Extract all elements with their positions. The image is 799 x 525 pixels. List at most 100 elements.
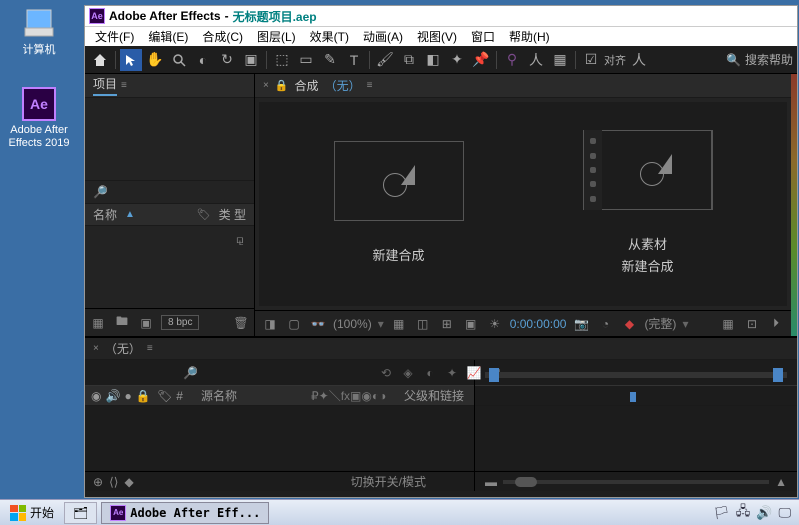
menu-view[interactable]: 视图(V): [411, 27, 463, 46]
brace-icon[interactable]: ⟨⟩: [109, 475, 118, 489]
new-composition-tile[interactable]: 新建合成: [334, 141, 464, 267]
show-snapshot-icon[interactable]: ◔: [596, 316, 614, 332]
label-icon[interactable]: 🏷: [157, 389, 172, 403]
3d-icon[interactable]: 👓: [309, 316, 327, 332]
shy-icon[interactable]: ⟲: [377, 364, 395, 382]
taskbar-after-effects[interactable]: Ae Adobe After Eff...: [101, 502, 269, 524]
project-list[interactable]: ⚼: [85, 226, 254, 308]
tag-icon[interactable]: 🏷: [197, 208, 211, 221]
trash-icon[interactable]: 🗑: [232, 314, 250, 332]
timeline-tab[interactable]: × （无） ≡: [85, 338, 797, 360]
menu-animation[interactable]: 动画(A): [357, 27, 409, 46]
sort-arrow-icon[interactable]: ▲: [125, 209, 135, 220]
close-tab-icon[interactable]: ×: [93, 343, 99, 354]
guide-icon[interactable]: ⊞: [438, 316, 456, 332]
timecode[interactable]: 0:00:00:00: [510, 317, 567, 331]
timeline-tracks[interactable]: [475, 406, 797, 471]
eraser-tool[interactable]: ◧: [422, 49, 444, 71]
new-folder-icon[interactable]: 🖿: [113, 314, 131, 332]
rotation-tool[interactable]: ↻: [216, 49, 238, 71]
zoom-percent[interactable]: (100%): [333, 317, 372, 331]
menu-layer[interactable]: 图层(L): [251, 27, 302, 46]
interpret-icon[interactable]: ▦: [89, 314, 107, 332]
view-layout-icon[interactable]: ▦: [719, 316, 737, 332]
bit-depth[interactable]: 8 bpc: [161, 315, 199, 330]
taskbar-explorer[interactable]: 🗂: [64, 502, 97, 524]
zoom-slider[interactable]: [503, 480, 769, 484]
puppet-tool[interactable]: 📌: [470, 49, 492, 71]
clone-tool[interactable]: ⧉: [398, 49, 420, 71]
text-tool[interactable]: T: [343, 49, 365, 71]
timeline-rows[interactable]: [85, 406, 474, 471]
exposure-icon[interactable]: ☀: [486, 316, 504, 332]
desktop-computer[interactable]: 计算机: [4, 6, 74, 57]
timeline-search[interactable]: 🔎: [183, 366, 373, 380]
toggle-switches[interactable]: 切换开关/模式: [351, 473, 426, 490]
pen-tool[interactable]: ✎: [319, 49, 341, 71]
new-comp-icon[interactable]: ▣: [137, 314, 155, 332]
panel-menu-icon[interactable]: ≡: [147, 343, 153, 354]
region-icon[interactable]: ▢: [285, 316, 303, 332]
res-icon[interactable]: ▦: [390, 316, 408, 332]
comp-tab[interactable]: × 🔒 合成 （无） ≡: [255, 74, 791, 98]
rectangle-tool[interactable]: ▭: [295, 49, 317, 71]
solo-icon[interactable]: ●: [124, 389, 131, 403]
tray-lang-icon[interactable]: 🖵: [778, 505, 791, 521]
tray-flag-icon[interactable]: 🏳: [713, 505, 730, 521]
project-body[interactable]: [85, 98, 254, 180]
menu-window[interactable]: 窗口: [465, 27, 501, 46]
motion-blur-icon[interactable]: ✦: [443, 364, 461, 382]
lock-col-icon[interactable]: 🔒: [136, 389, 151, 403]
lock-icon[interactable]: 🔒: [275, 79, 289, 92]
orbit-tool[interactable]: ◐: [192, 49, 214, 71]
selection-tool[interactable]: [120, 49, 142, 71]
cti-marker[interactable]: [630, 392, 636, 402]
snap-toggle[interactable]: ☑: [580, 49, 602, 71]
eye-icon[interactable]: ◉: [91, 389, 101, 403]
brush-tool[interactable]: 🖌: [374, 49, 396, 71]
draft-icon[interactable]: ⊡: [743, 316, 761, 332]
snapshot-icon[interactable]: 📷: [572, 316, 590, 332]
new-comp-from-footage-tile[interactable]: 从素材 新建合成: [583, 130, 713, 278]
kf-icon[interactable]: ◆: [124, 475, 133, 489]
work-area-end[interactable]: [773, 368, 783, 382]
project-search[interactable]: 🔎: [85, 180, 254, 204]
desktop-after-effects[interactable]: Ae Adobe After Effects 2019: [4, 86, 74, 150]
titlebar[interactable]: Ae Adobe After Effects - 无标题项目.aep: [85, 6, 797, 26]
col-name[interactable]: 名称: [93, 206, 117, 223]
mask-icon[interactable]: ◫: [414, 316, 432, 332]
zoom-out-icon[interactable]: ▬: [485, 475, 497, 489]
render-icon[interactable]: ⊕: [93, 475, 103, 489]
home-button[interactable]: [89, 49, 111, 71]
work-area-start[interactable]: [489, 368, 499, 382]
time-ruler[interactable]: [475, 360, 797, 386]
camera-tool[interactable]: ▣: [240, 49, 262, 71]
search-help-input[interactable]: 搜索帮助: [745, 51, 793, 68]
panel-menu-icon[interactable]: ≡: [367, 80, 373, 91]
world-axis-icon[interactable]: 人: [525, 49, 547, 71]
hand-tool[interactable]: ✋: [144, 49, 166, 71]
index-icon[interactable]: #: [176, 389, 183, 403]
panel-menu-icon[interactable]: ≡: [121, 80, 127, 91]
menu-effect[interactable]: 效果(T): [304, 27, 355, 46]
tray-volume-icon[interactable]: 🔊: [756, 505, 772, 521]
menu-edit[interactable]: 编辑(E): [142, 27, 194, 46]
alpha-icon[interactable]: ◨: [261, 316, 279, 332]
menu-file[interactable]: 文件(F): [89, 27, 140, 46]
audio-icon[interactable]: 🔊: [105, 389, 120, 403]
menu-composition[interactable]: 合成(C): [196, 27, 249, 46]
menu-help[interactable]: 帮助(H): [503, 27, 556, 46]
channel-icon[interactable]: ▣: [462, 316, 480, 332]
comp-flow-icon[interactable]: ⏵: [767, 316, 785, 332]
view-axis-icon[interactable]: ▦: [549, 49, 571, 71]
color-icon[interactable]: ◆: [620, 316, 638, 332]
comp-button-icon[interactable]: ◈: [399, 364, 417, 382]
pan-behind-tool[interactable]: ⬚: [271, 49, 293, 71]
roto-tool[interactable]: ✦: [446, 49, 468, 71]
local-axis-icon[interactable]: ⚲: [501, 49, 523, 71]
close-tab-icon[interactable]: ×: [263, 80, 269, 91]
col-parent[interactable]: 父级和链接: [404, 387, 474, 404]
project-tab[interactable]: 项目 ≡: [85, 74, 254, 98]
zoom-in-icon[interactable]: ▲: [775, 475, 787, 489]
start-button[interactable]: 开始: [2, 502, 62, 524]
